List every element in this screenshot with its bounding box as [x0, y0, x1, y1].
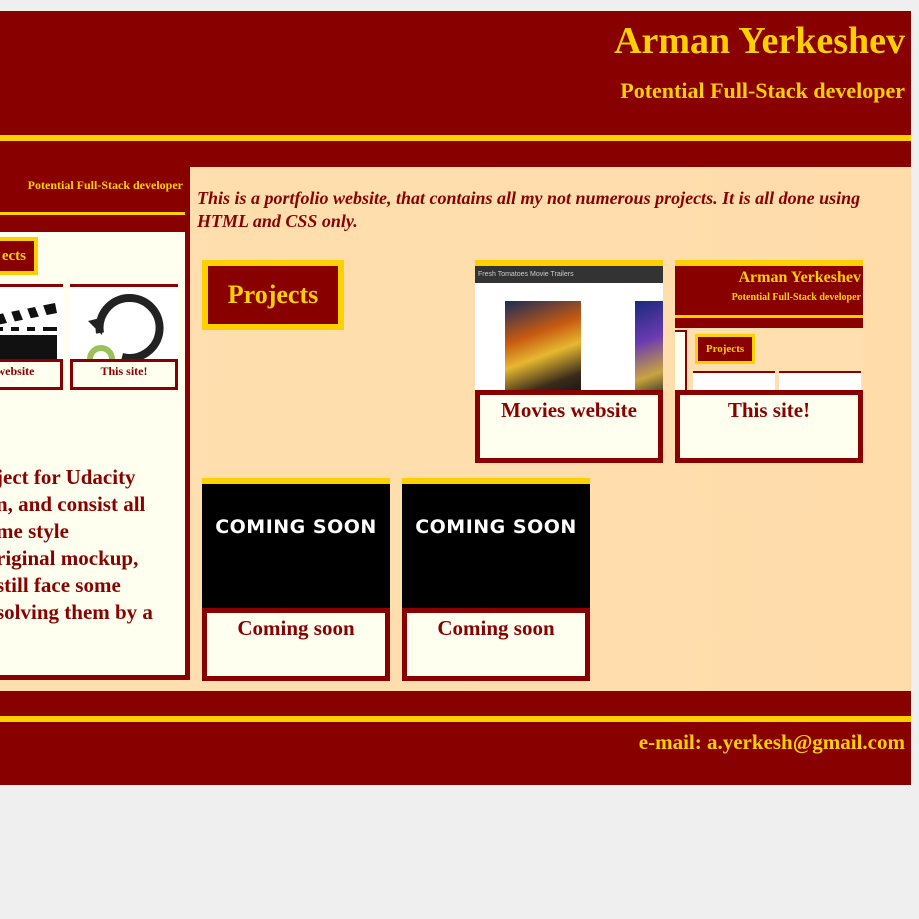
footer-divider	[0, 716, 911, 722]
project-caption[interactable]: This site!	[675, 390, 863, 463]
preview-body: ects website This site! ject for Udacity…	[0, 232, 185, 675]
site-header: Arman Yerkeshev Potential Full-Stack dev…	[0, 11, 911, 167]
preview-text-line: still face some	[0, 573, 121, 597]
site-thumb-subtitle: Potential Full-Stack developer	[731, 292, 861, 303]
movies-thumb-bar: Fresh Tomatoes Movie Trailers	[475, 266, 663, 283]
preview-header: Potential Full-Stack developer	[0, 172, 185, 232]
site-thumb-body: Projects	[675, 328, 863, 392]
preview-text-line: riginal mockup,	[0, 546, 139, 570]
coming-soon-image-text: COMING SOON	[415, 516, 577, 538]
contact-email[interactable]: e-mail: a.yerkesh@gmail.com	[639, 730, 905, 755]
project-caption[interactable]: Coming soon	[402, 608, 590, 681]
project-card-site[interactable]: Arman Yerkeshev Potential Full-Stack dev…	[675, 260, 863, 463]
movies-thumbnail[interactable]: Fresh Tomatoes Movie Trailers	[475, 260, 663, 392]
projects-heading: Projects	[202, 260, 344, 330]
intro-text: This is a portfolio website, that contai…	[197, 188, 861, 231]
preview-text-line: n, and consist all	[0, 492, 146, 516]
site-preview-panel[interactable]: Potential Full-Stack developer ects webs…	[0, 167, 190, 680]
coming-soon-image-text: COMING SOON	[215, 516, 377, 538]
main-content: Potential Full-Stack developer ects webs…	[0, 167, 911, 691]
preview-description: ject for Udacity n, and consist all me s…	[0, 464, 185, 626]
clapperboard-icon	[0, 284, 63, 359]
project-card-coming-soon[interactable]: COMING SOON Coming soon	[402, 478, 590, 681]
preview-card-movies[interactable]: es website	[0, 284, 63, 391]
site-thumb-divider	[675, 315, 863, 318]
header-divider	[0, 135, 911, 141]
project-card-movies[interactable]: Fresh Tomatoes Movie Trailers Movies web…	[475, 260, 663, 463]
site-thumb-sidebar	[675, 330, 687, 392]
project-caption[interactable]: Coming soon	[202, 608, 390, 681]
project-card-coming-soon[interactable]: COMING SOON Coming soon	[202, 478, 390, 681]
site-thumb-mini-card	[693, 371, 775, 392]
preview-text-line: me style	[0, 519, 69, 543]
movie-poster-image	[635, 301, 663, 392]
site-thumbnail[interactable]: Arman Yerkeshev Potential Full-Stack dev…	[675, 260, 863, 392]
preview-card-site[interactable]: This site!	[70, 284, 178, 391]
site-title: Arman Yerkeshev	[614, 20, 905, 62]
preview-projects-label: ects	[0, 237, 38, 275]
movie-poster-image	[505, 301, 581, 392]
portfolio-page: Arman Yerkeshev Potential Full-Stack dev…	[0, 0, 919, 919]
site-thumb-title: Arman Yerkeshev	[738, 269, 862, 286]
preview-divider	[0, 212, 185, 215]
preview-text-line: solving them by a	[0, 600, 153, 624]
preview-card-caption: es website	[0, 359, 63, 390]
top-strip	[0, 0, 919, 11]
preview-card-caption: This site!	[70, 359, 178, 390]
coming-soon-thumbnail[interactable]: COMING SOON	[402, 478, 590, 610]
site-footer: e-mail: a.yerkesh@gmail.com	[0, 691, 911, 785]
preview-subtitle: Potential Full-Stack developer	[27, 178, 183, 192]
reload-icon	[70, 284, 178, 359]
coming-soon-thumbnail[interactable]: COMING SOON	[202, 478, 390, 610]
project-caption[interactable]: Movies website	[475, 390, 663, 463]
site-thumb-projects: Projects	[695, 334, 755, 364]
site-thumb-header: Arman Yerkeshev Potential Full-Stack dev…	[675, 266, 863, 328]
site-thumb-mini-card	[779, 371, 861, 392]
preview-text-line: ject for Udacity	[0, 465, 136, 489]
site-subtitle: Potential Full-Stack developer	[620, 78, 905, 103]
